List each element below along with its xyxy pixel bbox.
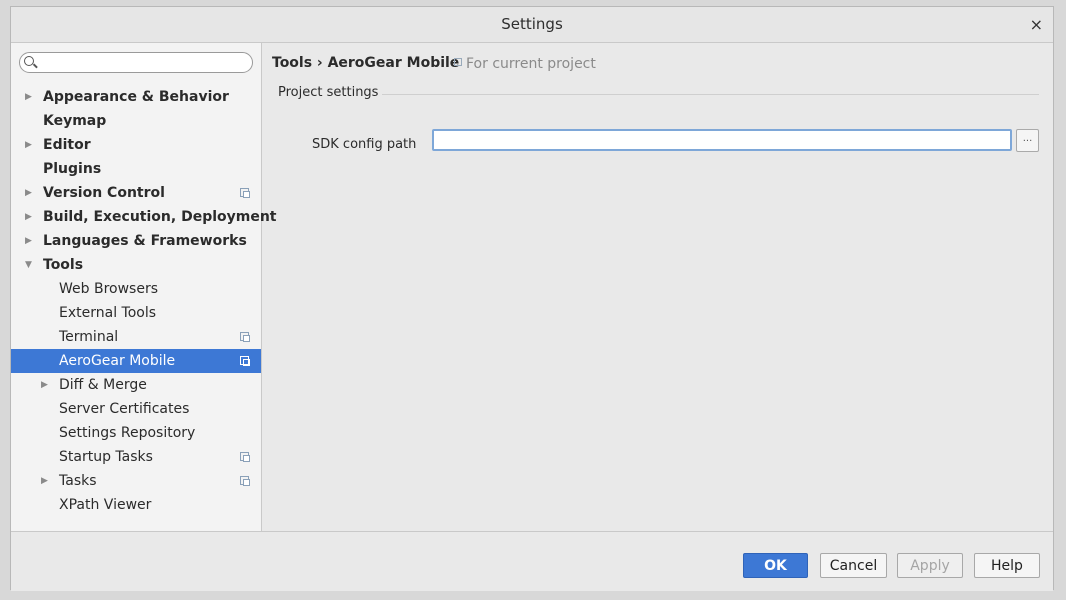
sidebar-item[interactable]: ▶ Build, Execution, Deployment [11,205,277,229]
sidebar-item[interactable]: Terminal [11,325,261,349]
title-bar: Settings × [11,7,1053,43]
sidebar-item-label: Build, Execution, Deployment [43,209,277,225]
sdk-config-label: SDK config path [312,137,417,152]
dialog-title: Settings [501,15,563,33]
sidebar-item-label: Plugins [43,161,102,177]
sidebar-item[interactable]: External Tools [11,301,261,325]
apply-button[interactable]: Apply [897,553,963,578]
sidebar-item-label: Settings Repository [59,425,196,441]
collapsed-arrow-icon[interactable]: ▶ [25,205,37,229]
sidebar-item-label: Startup Tasks [59,449,153,465]
collapsed-arrow-icon[interactable]: ▶ [25,133,37,157]
settings-content: Tools › AeroGear Mobile For current proj… [262,43,1055,531]
sidebar-item-label: Tools [43,257,84,273]
collapsed-arrow-icon[interactable]: ▶ [25,229,37,253]
sidebar-item-label: Terminal [59,329,119,345]
project-scope-icon [240,188,250,198]
collapsed-arrow-icon[interactable]: ▶ [41,469,53,493]
sidebar-item[interactable]: Startup Tasks [11,445,261,469]
scope-label: For current project [466,56,596,72]
browse-button[interactable]: ... [1016,129,1039,152]
sidebar-item-label: XPath Viewer [59,497,152,513]
sidebar-item[interactable]: ▶ Version Control [11,181,261,205]
sidebar-item-label: Version Control [43,185,165,201]
section-divider [382,94,1039,95]
sidebar-item-label: Diff & Merge [59,377,147,393]
project-scope-icon [240,356,250,366]
expanded-arrow-icon[interactable]: ▼ [25,253,37,277]
sidebar-item[interactable]: Web Browsers [11,277,261,301]
project-scope-icon [240,332,250,342]
project-scope-icon [240,452,250,462]
sidebar-item-label: External Tools [59,305,157,321]
close-icon[interactable]: × [1030,7,1043,42]
collapsed-arrow-icon[interactable]: ▶ [25,85,37,109]
sidebar-item-label: Languages & Frameworks [43,233,247,249]
sidebar-item[interactable]: ▼ Tools [11,253,261,277]
search-icon [24,56,34,66]
cancel-button[interactable]: Cancel [820,553,887,578]
sidebar-item[interactable]: ▶ Appearance & Behavior [11,85,261,109]
search-input[interactable] [38,54,247,71]
collapsed-arrow-icon[interactable]: ▶ [25,181,37,205]
sidebar-item[interactable]: Keymap [11,109,261,133]
sidebar-item-label: AeroGear Mobile [59,353,176,369]
sidebar-item[interactable]: Settings Repository [11,421,261,445]
settings-sidebar: ▶ Appearance & Behavior Keymap ▶ Editor Plugi… [11,43,277,531]
sidebar-item[interactable]: ▶ Tasks [11,469,261,493]
sidebar-item-label: Editor [43,137,91,153]
sidebar-item[interactable]: ▶ Diff & Merge [11,373,261,397]
sidebar-item[interactable]: XPath Viewer [11,493,261,517]
ok-button[interactable]: OK [743,553,808,578]
settings-tree: ▶ Appearance & Behavior Keymap ▶ Editor Plugi… [11,85,277,517]
section-title: Project settings [278,85,379,100]
sidebar-item[interactable]: ▶ Languages & Frameworks [11,229,261,253]
sidebar-item-label: Keymap [43,113,107,129]
settings-dialog: Settings × ▶ Appearance & Behavior Keymap ▶… [10,6,1055,591]
breadcrumb: Tools › AeroGear Mobile [272,55,460,71]
sidebar-item[interactable]: Server Certificates [11,397,261,421]
help-button[interactable]: Help [974,553,1040,578]
sidebar-item[interactable]: Plugins [11,157,261,181]
search-field[interactable] [19,52,253,73]
collapsed-arrow-icon[interactable]: ▶ [41,373,53,397]
scope-hint: For current project [454,56,596,72]
sidebar-item-label: Server Certificates [59,401,190,417]
sdk-config-path-input[interactable] [432,129,1012,151]
sidebar-item-label: Appearance & Behavior [43,89,229,105]
dialog-footer: OK Cancel Apply Help [11,531,1053,591]
sidebar-item-label: Tasks [59,473,97,489]
project-scope-icon [240,476,250,486]
project-scope-icon [454,58,462,66]
sidebar-item-label: Web Browsers [59,281,158,297]
sidebar-item[interactable]: ▶ Editor [11,133,261,157]
sidebar-item[interactable]: AeroGear Mobile [11,349,261,373]
